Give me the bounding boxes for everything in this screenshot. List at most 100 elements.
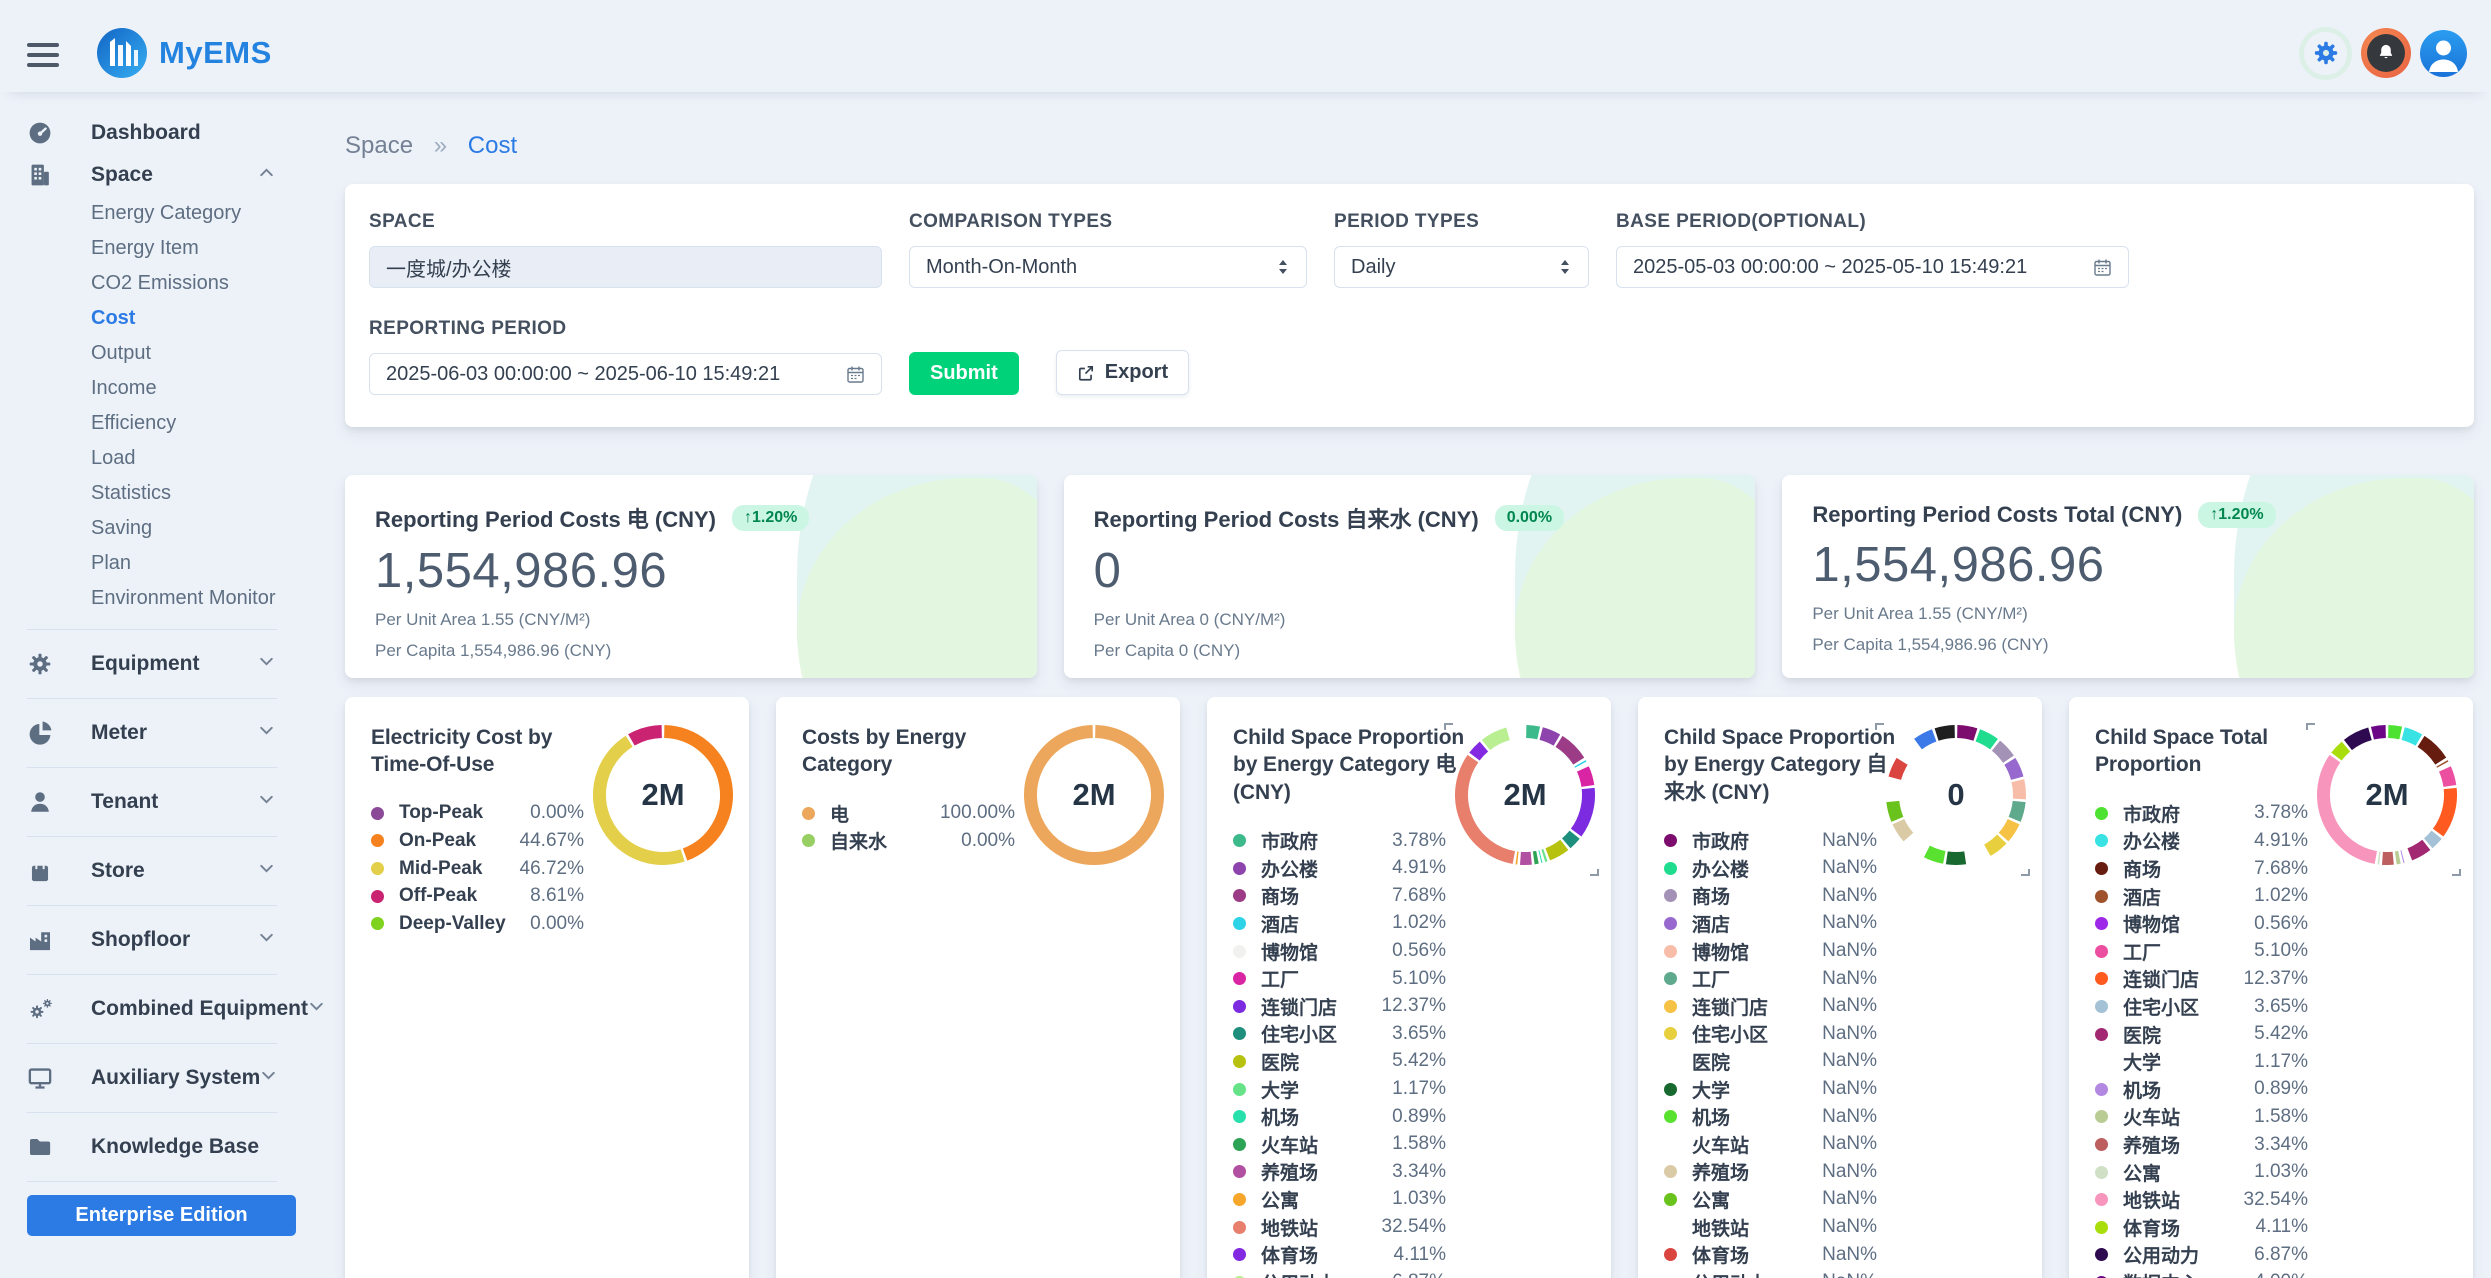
sidebar-item-dashboard[interactable]: Dashboard	[27, 112, 283, 154]
legend-item[interactable]: 连锁门店NaN%	[1664, 992, 1877, 1020]
legend-item[interactable]: 体育场4.11%	[2095, 1214, 2308, 1242]
sidebar-item-store[interactable]: Store	[27, 850, 283, 892]
legend-item[interactable]: Top-Peak0.00%	[371, 800, 584, 828]
export-button[interactable]: Export	[1056, 350, 1189, 395]
legend-item[interactable]: 办公楼4.91%	[1233, 854, 1446, 882]
settings-gear-icon[interactable]	[2299, 27, 2352, 80]
legend-item[interactable]: 机场NaN%	[1664, 1103, 1877, 1131]
sidebar-item-equipment[interactable]: Equipment	[27, 643, 283, 685]
legend-item[interactable]: On-Peak44.67%	[371, 827, 584, 855]
sidebar-subitem-energy-category[interactable]: Energy Category	[27, 196, 283, 231]
legend-item[interactable]: 商场7.68%	[2095, 855, 2308, 883]
legend-item[interactable]: Off-Peak8.61%	[371, 882, 584, 910]
space-input[interactable]: 一度城/办公楼	[369, 246, 882, 288]
sidebar-item-auxiliary-system[interactable]: Auxiliary System	[27, 1057, 283, 1099]
sidebar-subitem-income[interactable]: Income	[27, 371, 283, 406]
legend-item[interactable]: 商场NaN%	[1664, 882, 1877, 910]
legend-item[interactable]: 工厂5.10%	[2095, 938, 2308, 966]
comparison-types-select[interactable]: Month-On-Month	[909, 246, 1307, 288]
legend-item[interactable]: 自来水0.00%	[802, 827, 1015, 855]
legend-item[interactable]: 连锁门店12.37%	[2095, 965, 2308, 993]
legend-item[interactable]: 医院5.42%	[2095, 1020, 2308, 1048]
legend-item[interactable]: Mid-Peak46.72%	[371, 855, 584, 883]
legend-item[interactable]: 酒店1.02%	[1233, 910, 1446, 938]
app-logo[interactable]: MyEMS	[97, 28, 272, 78]
hamburger-menu-icon[interactable]	[27, 43, 59, 67]
donut-chart[interactable]: 0	[1886, 725, 2026, 865]
legend-item[interactable]: 机场0.89%	[1233, 1103, 1446, 1131]
sidebar-subitem-statistics[interactable]: Statistics	[27, 476, 283, 511]
legend-item[interactable]: 养殖场3.34%	[1233, 1158, 1446, 1186]
notifications-bell-icon[interactable]	[2361, 28, 2411, 78]
legend-item[interactable]: 公寓1.03%	[1233, 1186, 1446, 1214]
sidebar-subitem-environment-monitor[interactable]: Environment Monitor	[27, 581, 283, 616]
sidebar-subitem-plan[interactable]: Plan	[27, 546, 283, 581]
sidebar-item-combined-equipment[interactable]: Combined Equipment	[27, 988, 283, 1030]
enterprise-edition-button[interactable]: Enterprise Edition	[27, 1195, 296, 1236]
legend-item[interactable]: 连锁门店12.37%	[1233, 992, 1446, 1020]
legend-item[interactable]: 博物馆0.56%	[2095, 910, 2308, 938]
legend-item[interactable]: 住宅小区3.65%	[1233, 1020, 1446, 1048]
legend-item[interactable]: 市政府3.78%	[1233, 827, 1446, 855]
legend-item[interactable]: 医院5.42%	[1233, 1048, 1446, 1076]
legend-item[interactable]: 市政府NaN%	[1664, 827, 1877, 855]
sidebar-subitem-efficiency[interactable]: Efficiency	[27, 406, 283, 441]
legend-item[interactable]: 住宅小区NaN%	[1664, 1020, 1877, 1048]
legend-item[interactable]: 工厂NaN%	[1664, 965, 1877, 993]
legend-item[interactable]: 公用动力NaN%	[1664, 1268, 1877, 1278]
legend-item[interactable]: 养殖场3.34%	[2095, 1131, 2308, 1159]
legend-item[interactable]: 机场0.89%	[2095, 1076, 2308, 1104]
sidebar-subitem-load[interactable]: Load	[27, 441, 283, 476]
base-period-input[interactable]: 2025-05-03 00:00:00 ~ 2025-05-10 15:49:2…	[1616, 246, 2129, 288]
reporting-period-input[interactable]: 2025-06-03 00:00:00 ~ 2025-06-10 15:49:2…	[369, 353, 882, 395]
legend-item[interactable]: 电100.00%	[802, 800, 1015, 828]
legend-item[interactable]: 地铁站NaN%	[1664, 1213, 1877, 1241]
donut-chart[interactable]: 2M	[2317, 725, 2457, 865]
legend-item[interactable]: 医院NaN%	[1664, 1048, 1877, 1076]
legend-item[interactable]: 地铁站32.54%	[1233, 1213, 1446, 1241]
legend-item[interactable]: 体育场NaN%	[1664, 1241, 1877, 1269]
legend-item[interactable]: 公寓1.03%	[2095, 1158, 2308, 1186]
legend-item[interactable]: 公用动力6.87%	[2095, 1241, 2308, 1269]
legend-item[interactable]: 火车站1.58%	[1233, 1130, 1446, 1158]
sidebar-subitem-co2-emissions[interactable]: CO2 Emissions	[27, 266, 283, 301]
sidebar-item-shopfloor[interactable]: Shopfloor	[27, 919, 283, 961]
donut-chart[interactable]: 2M	[1455, 725, 1595, 865]
legend-item[interactable]: 公寓NaN%	[1664, 1186, 1877, 1214]
legend-item[interactable]: 大学1.17%	[1233, 1075, 1446, 1103]
donut-chart[interactable]: 2M	[593, 725, 733, 865]
donut-chart[interactable]: 2M	[1024, 725, 1164, 865]
legend-item[interactable]: 酒店NaN%	[1664, 910, 1877, 938]
legend-item[interactable]: 办公楼4.91%	[2095, 827, 2308, 855]
legend-item[interactable]: 博物馆NaN%	[1664, 937, 1877, 965]
legend-item[interactable]: Deep-Valley0.00%	[371, 910, 584, 938]
legend-item[interactable]: 体育场4.11%	[1233, 1241, 1446, 1269]
period-types-select[interactable]: Daily	[1334, 246, 1589, 288]
sidebar-item-meter[interactable]: Meter	[27, 712, 283, 754]
legend-item[interactable]: 工厂5.10%	[1233, 965, 1446, 993]
legend-item[interactable]: 火车站NaN%	[1664, 1130, 1877, 1158]
legend-item[interactable]: 公用动力6.87%	[1233, 1268, 1446, 1278]
legend-item[interactable]: 市政府3.78%	[2095, 800, 2308, 828]
sidebar-subitem-output[interactable]: Output	[27, 336, 283, 371]
legend-item[interactable]: 养殖场NaN%	[1664, 1158, 1877, 1186]
legend-item[interactable]: 大学1.17%	[2095, 1048, 2308, 1076]
sidebar-item-tenant[interactable]: Tenant	[27, 781, 283, 823]
legend-item[interactable]: 住宅小区3.65%	[2095, 993, 2308, 1021]
sidebar-subitem-energy-item[interactable]: Energy Item	[27, 231, 283, 266]
user-avatar[interactable]	[2420, 30, 2467, 77]
sidebar-subitem-saving[interactable]: Saving	[27, 511, 283, 546]
legend-item[interactable]: 数据中心4.00%	[2095, 1269, 2308, 1278]
submit-button[interactable]: Submit	[909, 352, 1019, 395]
legend-item[interactable]: 地铁站32.54%	[2095, 1186, 2308, 1214]
legend-item[interactable]: 火车站1.58%	[2095, 1103, 2308, 1131]
sidebar-subitem-cost[interactable]: Cost	[27, 301, 283, 336]
sidebar-item-knowledge-base[interactable]: Knowledge Base	[27, 1126, 283, 1168]
breadcrumb-space-link[interactable]: Space	[345, 132, 413, 159]
legend-item[interactable]: 办公楼NaN%	[1664, 854, 1877, 882]
sidebar-item-space[interactable]: Space	[27, 154, 283, 196]
legend-item[interactable]: 酒店1.02%	[2095, 882, 2308, 910]
legend-item[interactable]: 大学NaN%	[1664, 1075, 1877, 1103]
legend-item[interactable]: 商场7.68%	[1233, 882, 1446, 910]
breadcrumb-cost-link[interactable]: Cost	[468, 132, 517, 159]
